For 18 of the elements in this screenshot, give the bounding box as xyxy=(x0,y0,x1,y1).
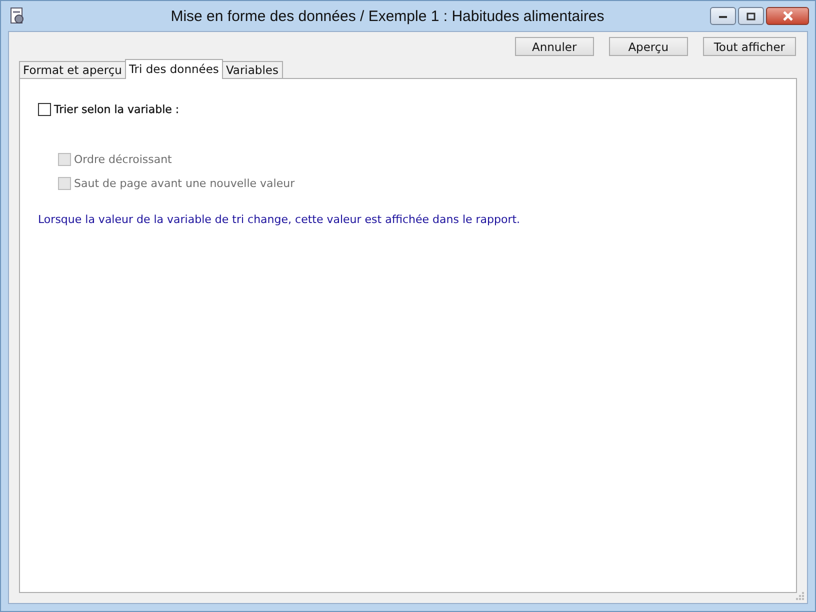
dialog-button[interactable]: Annuler xyxy=(514,37,594,56)
tab[interactable]: Variables xyxy=(222,61,282,78)
info-text: Lorsque la valeur de la variable de tri change, cette valeur est affichée dans le rapport. xyxy=(38,213,522,226)
minimize-icon xyxy=(718,13,728,19)
maximize-button[interactable] xyxy=(738,7,764,25)
dialog-button[interactable]: Aperçu xyxy=(608,37,688,56)
close-button[interactable] xyxy=(766,7,809,25)
resize-grip-icon[interactable] xyxy=(795,591,805,601)
tab[interactable]: Tri des données xyxy=(124,59,223,79)
minimize-button[interactable] xyxy=(710,7,736,25)
dialog-button[interactable]: Tout afficher xyxy=(702,37,796,56)
maximize-icon xyxy=(746,12,756,20)
close-icon xyxy=(782,11,794,21)
checkbox[interactable] xyxy=(38,102,51,116)
checkbox-label[interactable]: Trier selon la variable : xyxy=(54,102,180,116)
app-icon[interactable] xyxy=(9,7,25,25)
tab[interactable]: Format et aperçu xyxy=(19,61,126,78)
window-title: Mise en forme des données / Exemple 1 : Habitudes alimentaires xyxy=(170,8,606,24)
